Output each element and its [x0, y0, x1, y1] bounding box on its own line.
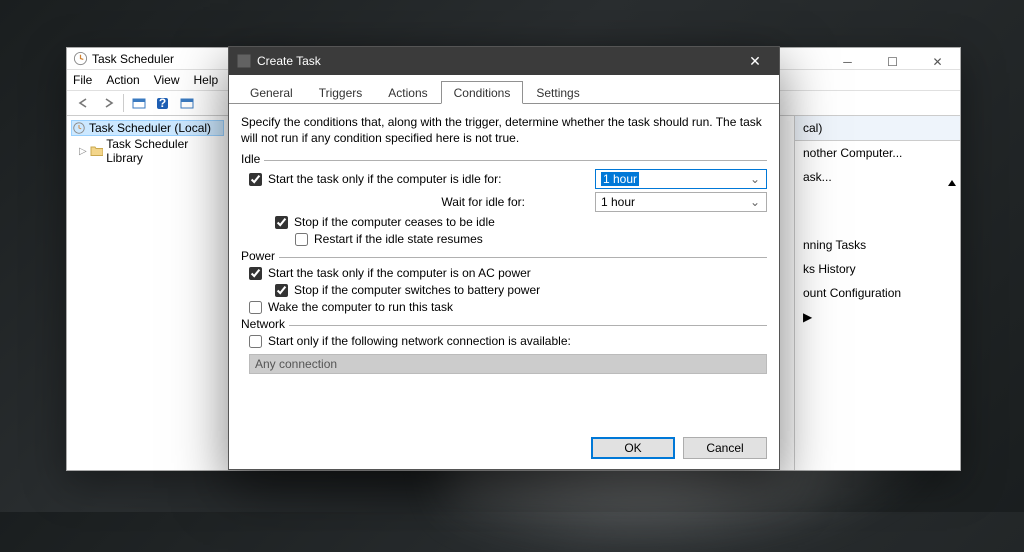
clock-icon — [72, 121, 86, 135]
label-wake: Wake the computer to run this task — [268, 300, 453, 314]
dialog-close-button[interactable]: ✕ — [739, 53, 771, 70]
checkbox-stop-battery[interactable] — [275, 284, 288, 297]
tab-strip: General Triggers Actions Conditions Sett… — [229, 79, 779, 104]
app-icon — [237, 54, 251, 68]
tree-root[interactable]: Task Scheduler (Local) — [71, 120, 224, 136]
back-icon[interactable] — [73, 93, 95, 113]
toolbar-icon-1[interactable] — [128, 93, 150, 113]
label-on-ac: Start the task only if the computer is o… — [268, 266, 531, 280]
tab-general[interactable]: General — [237, 81, 306, 104]
section-power-label: Power — [241, 249, 279, 263]
menu-file[interactable]: File — [73, 73, 92, 87]
section-idle-label: Idle — [241, 152, 264, 166]
tab-settings[interactable]: Settings — [523, 81, 592, 104]
checkbox-on-ac[interactable] — [249, 267, 262, 280]
chevron-down-icon: ⌄ — [750, 172, 760, 186]
maximize-button[interactable]: ☐ — [870, 48, 915, 76]
tab-actions[interactable]: Actions — [375, 81, 440, 104]
checkbox-restart-resumes[interactable] — [295, 233, 308, 246]
menu-view[interactable]: View — [154, 73, 180, 87]
forward-icon[interactable] — [97, 93, 119, 113]
action-item[interactable]: nning Tasks — [795, 233, 960, 257]
window-controls: ─ ☐ ✕ — [825, 48, 960, 76]
minimize-button[interactable]: ─ — [825, 48, 870, 76]
close-button[interactable]: ✕ — [915, 48, 960, 76]
menu-action[interactable]: Action — [106, 73, 139, 87]
dialog-titlebar[interactable]: Create Task ✕ — [229, 47, 779, 75]
tree-root-label: Task Scheduler (Local) — [89, 121, 211, 135]
checkbox-wake[interactable] — [249, 301, 262, 314]
tree-panel: Task Scheduler (Local) ▷ Task Scheduler … — [67, 116, 229, 470]
checkbox-network[interactable] — [249, 335, 262, 348]
chevron-down-icon: ⌄ — [750, 195, 760, 209]
label-stop-ceases: Stop if the computer ceases to be idle — [294, 215, 495, 229]
label-restart-resumes: Restart if the idle state resumes — [314, 232, 483, 246]
action-item[interactable]: ask... — [795, 165, 960, 189]
checkbox-stop-ceases[interactable] — [275, 216, 288, 229]
create-task-dialog: Create Task ✕ General Triggers Actions C… — [228, 46, 780, 470]
tree-child-label: Task Scheduler Library — [106, 137, 224, 165]
dialog-body: Specify the conditions that, along with … — [229, 104, 779, 384]
collapse-caret-icon[interactable] — [948, 180, 956, 186]
help-icon[interactable]: ? — [152, 93, 174, 113]
toolbar-icon-2[interactable] — [176, 93, 198, 113]
checkbox-idle-start[interactable] — [249, 173, 262, 186]
action-item[interactable]: ount Configuration — [795, 281, 960, 305]
cancel-button[interactable]: Cancel — [683, 437, 767, 459]
label-network: Start only if the following network conn… — [268, 334, 571, 348]
label-idle-start: Start the task only if the computer is i… — [268, 172, 501, 186]
combo-network-connection: Any connection — [249, 354, 767, 374]
window-title: Task Scheduler — [92, 52, 174, 66]
chevron-right-icon: ▶ — [803, 310, 812, 324]
tab-triggers[interactable]: Triggers — [306, 81, 376, 104]
combo-idle-duration[interactable]: 1 hour⌄ — [595, 169, 767, 189]
action-item[interactable]: ks History — [795, 257, 960, 281]
description-text: Specify the conditions that, along with … — [241, 114, 767, 146]
dialog-title: Create Task — [257, 54, 321, 68]
actions-panel: cal) nother Computer... ask... nning Tas… — [794, 116, 960, 470]
expand-icon[interactable]: ▷ — [79, 146, 87, 157]
action-item-more[interactable]: ▶ — [795, 305, 960, 329]
clock-icon — [73, 51, 88, 66]
tree-child[interactable]: ▷ Task Scheduler Library — [79, 136, 224, 166]
label-wait-idle: Wait for idle for: — [441, 195, 525, 209]
combo-wait-duration[interactable]: 1 hour⌄ — [595, 192, 767, 212]
actions-header: cal) — [795, 116, 960, 141]
action-item[interactable]: nother Computer... — [795, 141, 960, 165]
folder-icon — [90, 145, 104, 157]
section-network-label: Network — [241, 317, 289, 331]
svg-text:?: ? — [159, 96, 166, 110]
label-stop-battery: Stop if the computer switches to battery… — [294, 283, 540, 297]
menu-help[interactable]: Help — [194, 73, 219, 87]
tab-conditions[interactable]: Conditions — [441, 81, 524, 104]
ok-button[interactable]: OK — [591, 437, 675, 459]
